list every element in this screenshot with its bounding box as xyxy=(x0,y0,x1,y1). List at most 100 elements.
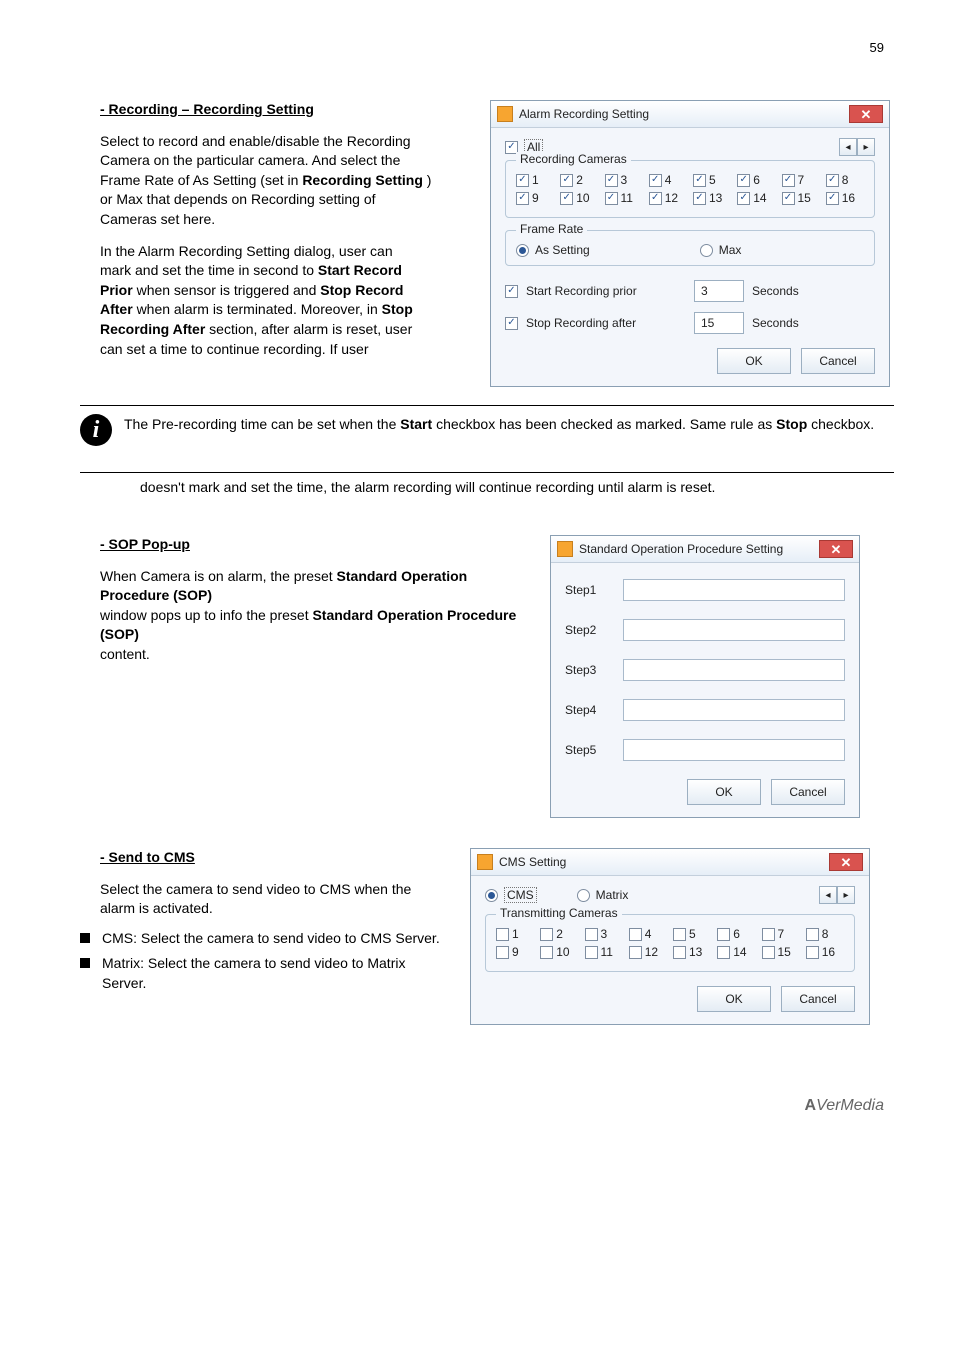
recording-text-line1d: or Max that depends on Recording setting… xyxy=(100,191,376,207)
radio-matrix[interactable] xyxy=(577,889,590,902)
close-icon[interactable]: ✕ xyxy=(849,105,883,123)
step1-input[interactable] xyxy=(623,579,845,601)
cam-16[interactable] xyxy=(826,192,839,205)
cam-8[interactable] xyxy=(826,174,839,187)
start-recording-checkbox[interactable] xyxy=(505,285,518,298)
recording-trailing-line: doesn't mark and set the time, the alarm… xyxy=(140,479,715,495)
dialog-icon xyxy=(497,106,513,122)
start-seconds-input[interactable]: 3 xyxy=(694,280,744,302)
cancel-button[interactable]: Cancel xyxy=(801,348,875,374)
cms-cam-9[interactable] xyxy=(496,946,509,959)
page-number: 59 xyxy=(870,40,884,55)
cms-cam-2[interactable] xyxy=(540,928,553,941)
tip-text-1: The Pre-recording time can be set when t… xyxy=(124,416,396,432)
recording-text-start: Start Record xyxy=(318,262,402,278)
step3-label: Step3 xyxy=(565,663,609,677)
cam-6[interactable] xyxy=(737,174,750,187)
recording-text-line2b: mark and set the time in second to xyxy=(100,262,314,278)
cms-cam-8[interactable] xyxy=(806,928,819,941)
recording-text-line1c: Frame Rate of As Setting (set in xyxy=(100,172,298,188)
cam-1[interactable] xyxy=(516,174,529,187)
cms-dialog-title: CMS Setting xyxy=(499,855,566,869)
sop-ok-button[interactable]: OK xyxy=(687,779,761,805)
step3-input[interactable] xyxy=(623,659,845,681)
recording-text-prior: Prior xyxy=(100,282,133,298)
cam-4[interactable] xyxy=(649,174,662,187)
bullet-icon xyxy=(80,958,90,968)
radio-as-setting[interactable] xyxy=(516,244,529,257)
cms-cancel-button[interactable]: Cancel xyxy=(781,986,855,1012)
cms-cam-10[interactable] xyxy=(540,946,553,959)
radio-cms[interactable] xyxy=(485,889,498,902)
brand-footer: AVerMedia xyxy=(805,1097,884,1115)
recording-text-line2a: In the Alarm Recording Setting dialog, u… xyxy=(100,243,393,259)
close-icon[interactable]: ✕ xyxy=(819,540,853,558)
alarm-recording-dialog: Alarm Recording Setting ✕ All ◂ ▸ Recor xyxy=(490,100,890,387)
cam-13[interactable] xyxy=(693,192,706,205)
step1-label: Step1 xyxy=(565,583,609,597)
cam-7[interactable] xyxy=(782,174,795,187)
recording-text-recafter: Recording After xyxy=(100,321,205,337)
recording-text-line1: Select to record and enable/disable the … xyxy=(100,133,411,149)
cms-bullet-cms: CMS: Select the camera to send video to … xyxy=(102,929,440,949)
cam-9[interactable] xyxy=(516,192,529,205)
stop-recording-checkbox[interactable] xyxy=(505,317,518,330)
section-sop-title: - SOP Pop-up xyxy=(100,535,530,555)
recording-text-after: After xyxy=(100,301,133,317)
cam-11[interactable] xyxy=(605,192,618,205)
cms-dialog: CMS Setting ✕ CMS Matrix ◂ xyxy=(470,848,870,1025)
cam-12[interactable] xyxy=(649,192,662,205)
cms-cam-1[interactable] xyxy=(496,928,509,941)
sop-text-l2: window pops up to info the preset xyxy=(100,607,309,623)
cms-cam-13[interactable] xyxy=(673,946,686,959)
close-icon[interactable]: ✕ xyxy=(829,853,863,871)
cms-nav-right-icon[interactable]: ▸ xyxy=(837,886,855,904)
divider2 xyxy=(80,472,894,473)
step2-input[interactable] xyxy=(623,619,845,641)
nav-right-icon[interactable]: ▸ xyxy=(857,138,875,156)
cms-intro-text: Select the camera to send video to CMS w… xyxy=(100,880,450,919)
cam-5[interactable] xyxy=(693,174,706,187)
cms-cam-4[interactable] xyxy=(629,928,642,941)
recording-text-line1b: Camera on the particular camera. And sel… xyxy=(100,152,400,168)
tip-text-start: Start xyxy=(400,416,432,432)
cms-cam-6[interactable] xyxy=(717,928,730,941)
sop-cancel-button[interactable]: Cancel xyxy=(771,779,845,805)
cms-cam-5[interactable] xyxy=(673,928,686,941)
cms-cam-15[interactable] xyxy=(762,946,775,959)
dialog-icon xyxy=(557,541,573,557)
framerate-legend: Frame Rate xyxy=(516,222,587,236)
cms-cam-14[interactable] xyxy=(717,946,730,959)
recording-text-line2f: can set a time to continue recording. xyxy=(100,341,326,357)
recording-text-paren: ) xyxy=(427,172,432,188)
cam-3[interactable] xyxy=(605,174,618,187)
sop-text-l1: When Camera is on alarm, the preset xyxy=(100,568,333,584)
cam-10[interactable] xyxy=(560,192,573,205)
step4-label: Step4 xyxy=(565,703,609,717)
recording-text-line1e: Cameras set here. xyxy=(100,211,215,227)
cms-bullet-matrix: Matrix: Select the camera to send video … xyxy=(102,954,450,993)
cms-ok-button[interactable]: OK xyxy=(697,986,771,1012)
step4-input[interactable] xyxy=(623,699,845,721)
tip-text-2: checkbox has been checked as marked. Sam… xyxy=(436,416,772,432)
brand-a: A xyxy=(805,1097,817,1114)
cms-cam-3[interactable] xyxy=(585,928,598,941)
stop-seconds-input[interactable]: 15 xyxy=(694,312,744,334)
step5-input[interactable] xyxy=(623,739,845,761)
cam-2[interactable] xyxy=(560,174,573,187)
ok-button[interactable]: OK xyxy=(717,348,791,374)
recording-text-line2g: If user xyxy=(330,341,369,357)
nav-left-icon[interactable]: ◂ xyxy=(839,138,857,156)
dialog-icon xyxy=(477,854,493,870)
cam-15[interactable] xyxy=(782,192,795,205)
recording-text-line2c: when sensor is triggered and xyxy=(137,282,317,298)
section-cms-title: - Send to CMS xyxy=(100,848,450,868)
cms-nav-left-icon[interactable]: ◂ xyxy=(819,886,837,904)
cms-cam-12[interactable] xyxy=(629,946,642,959)
radio-max[interactable] xyxy=(700,244,713,257)
cms-cam-16[interactable] xyxy=(806,946,819,959)
cam-14[interactable] xyxy=(737,192,750,205)
cms-cam-7[interactable] xyxy=(762,928,775,941)
start-seconds-unit: Seconds xyxy=(752,284,799,298)
cms-cam-11[interactable] xyxy=(585,946,598,959)
